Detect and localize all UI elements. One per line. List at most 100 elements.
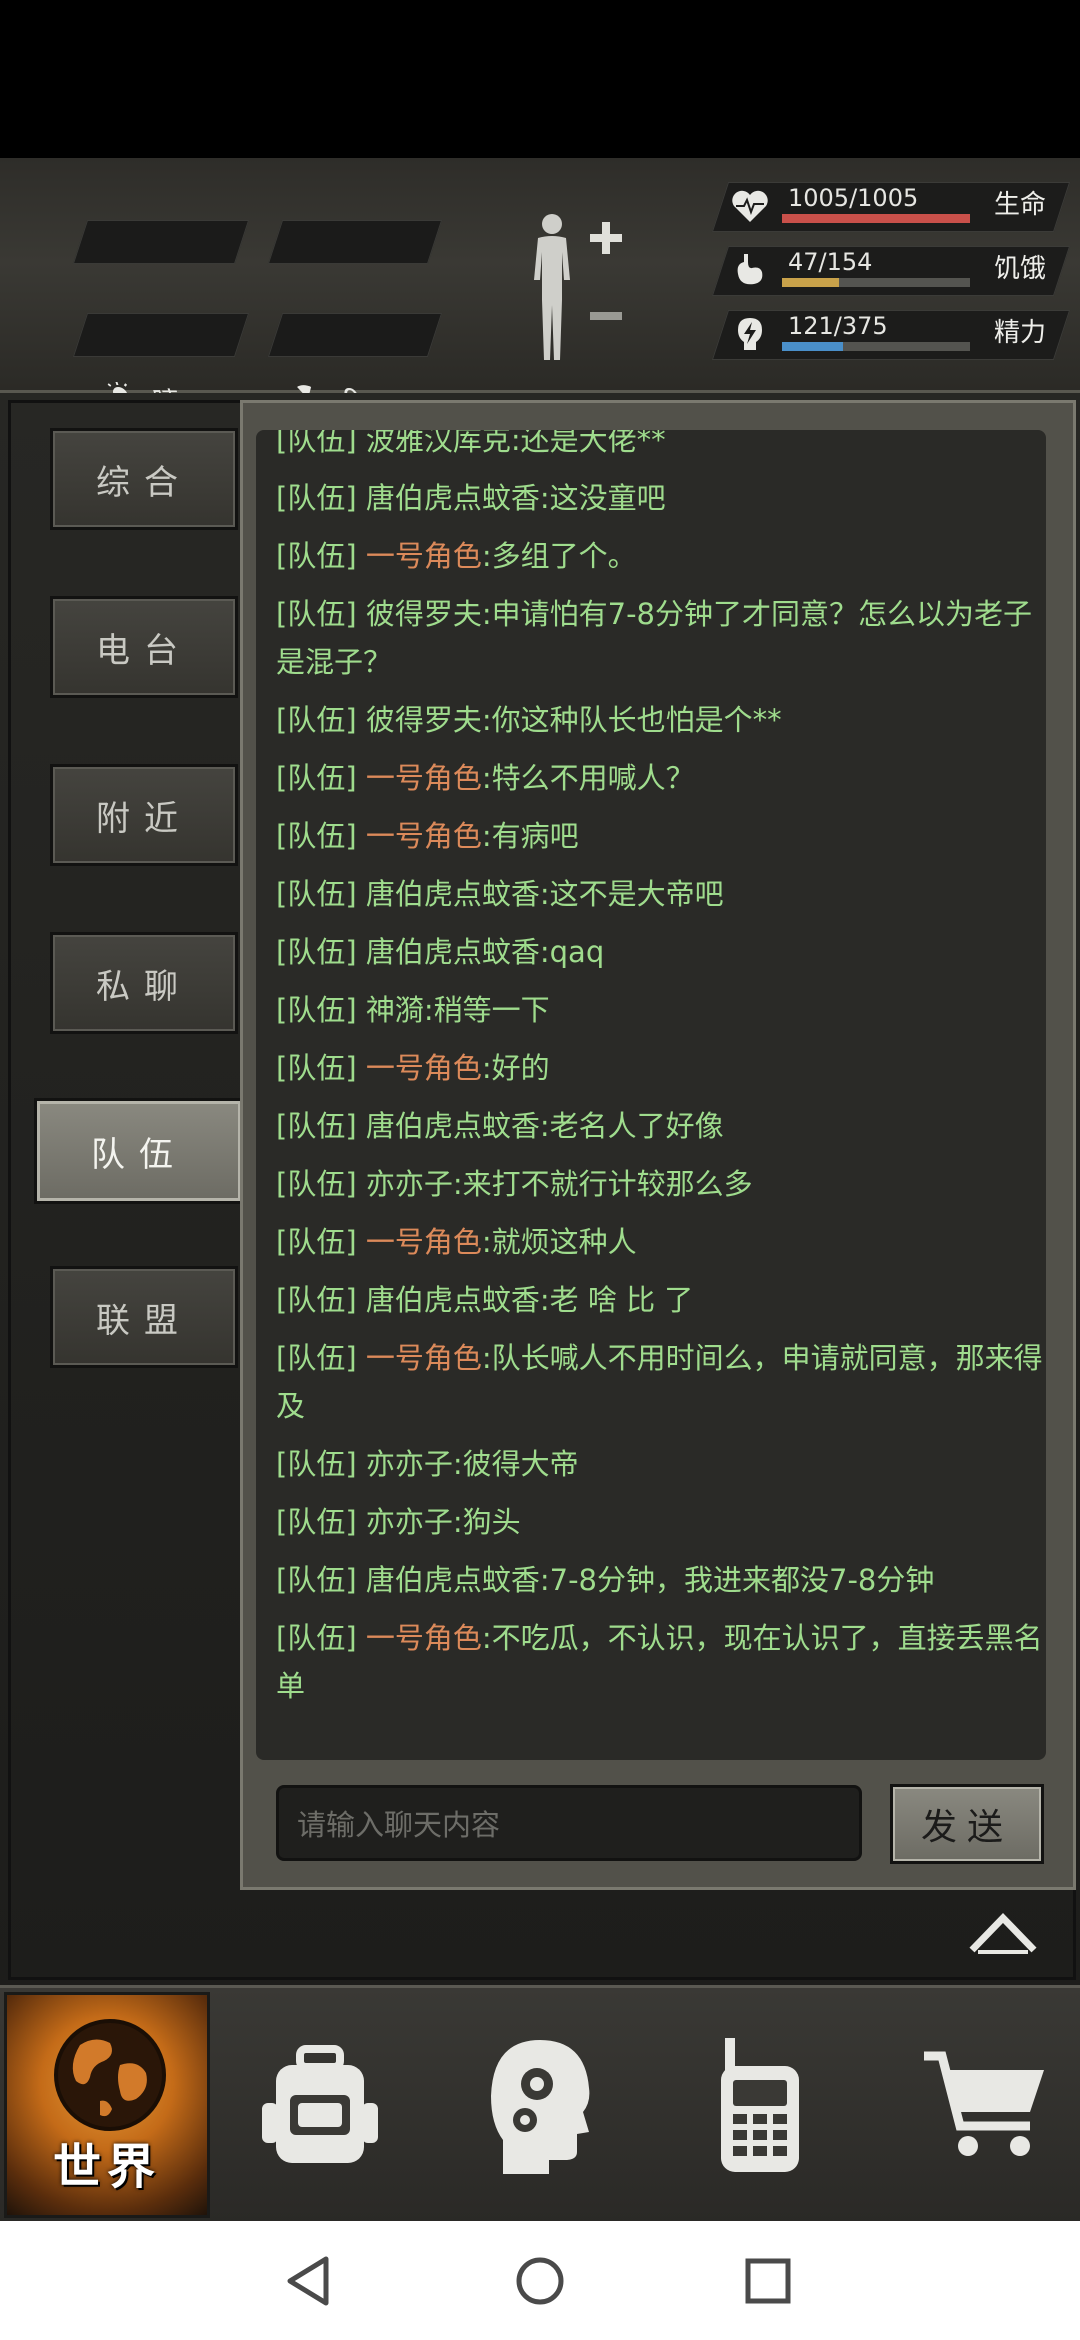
chat-sender-name[interactable]: 亦亦子 xyxy=(366,1447,453,1481)
chat-sender-name[interactable]: 一号角色 xyxy=(366,819,482,853)
energy-bar xyxy=(782,342,970,351)
chat-sender-name[interactable]: 唐伯虎点蚊香 xyxy=(366,1563,540,1597)
chat-sender-name[interactable]: 唐伯虎点蚊香 xyxy=(366,1283,540,1317)
chat-channel-tag: [队伍] xyxy=(276,1505,357,1539)
chat-sender-name[interactable]: 一号角色 xyxy=(366,761,482,795)
chat-channel-tag: [队伍] xyxy=(276,935,357,969)
chat-message: [队伍] 唐伯虎点蚊香:这没童吧 xyxy=(276,474,1046,522)
chat-sender-name[interactable]: 一号角色 xyxy=(366,1225,482,1259)
chat-channel-tag: [队伍] xyxy=(276,1167,357,1201)
chat-channel-tag: [队伍] xyxy=(276,1341,357,1375)
chat-message: [队伍] 彼得罗夫:申请怕有7-8分钟了才同意？怎么以为老子是混子？ xyxy=(276,590,1046,686)
chevron-up-icon xyxy=(969,1912,1037,1954)
hunger-value: 47/154 xyxy=(788,248,873,276)
nav-world[interactable]: 世界 xyxy=(4,1992,210,2218)
chat-message-text: :特么不用喊人？ xyxy=(481,761,695,795)
chat-sender-name[interactable]: 亦亦子 xyxy=(366,1505,453,1539)
chat-sender-name[interactable]: 唐伯虎点蚊香 xyxy=(366,1109,540,1143)
nav-skills[interactable] xyxy=(470,1988,610,2224)
chat-message-text: :老名人了好像 xyxy=(539,1109,724,1143)
chat-message-text: :这没童吧 xyxy=(539,481,666,515)
tab-private[interactable]: 私聊 xyxy=(50,932,238,1034)
chat-message: [队伍] 亦亦子:来打不就行计较那么多 xyxy=(276,1160,1046,1208)
chat-sender-name[interactable]: 一号角色 xyxy=(366,1621,482,1655)
chat-message-text: :你这种队长也怕是个** xyxy=(481,703,782,737)
chat-message-text: :就烦这种人 xyxy=(481,1225,637,1259)
skills-head-icon xyxy=(491,2040,590,2174)
chat-message-text: :彼得大帝 xyxy=(452,1447,579,1481)
chat-message: [队伍] 一号角色:多组了个。 xyxy=(276,532,1046,580)
chat-channel-tag: [队伍] xyxy=(276,993,357,1027)
recents-icon[interactable] xyxy=(744,2257,792,2305)
chat-message: [队伍] 波雅汉库克:还是大佬** xyxy=(276,430,1046,464)
chat-message: [队伍] 唐伯虎点蚊香:qaq xyxy=(276,928,1046,976)
chat-channel-tag: [队伍] xyxy=(276,1563,357,1597)
chat-channel-tag: [队伍] xyxy=(276,1621,357,1655)
hud-bar: 晴 0 早上 40 xyxy=(0,158,1080,511)
chat-message: [队伍] 一号角色:好的 xyxy=(276,1044,1046,1092)
chat-sender-name[interactable]: 波雅汉库克 xyxy=(366,430,511,457)
chat-message-text: :狗头 xyxy=(452,1505,521,1539)
chat-sender-name[interactable]: 神漪 xyxy=(366,993,424,1027)
system-navigation-bar xyxy=(0,2221,1080,2340)
send-button[interactable]: 发送 xyxy=(890,1784,1044,1864)
chat-message-text: :7-8分钟，我进来都没7-8分钟 xyxy=(539,1563,935,1597)
chat-channel-tag: [队伍] xyxy=(276,481,357,515)
chat-sender-name[interactable]: 彼得罗夫 xyxy=(366,597,482,631)
bottom-nav: 世界 xyxy=(0,1985,1080,2224)
chat-sender-name[interactable]: 亦亦子 xyxy=(366,1167,453,1201)
energy-icon xyxy=(730,316,770,352)
tab-alliance[interactable]: 联盟 xyxy=(50,1266,238,1368)
nav-radio[interactable] xyxy=(690,1988,830,2224)
chat-channel-tag: [队伍] xyxy=(276,1109,357,1143)
chat-channel-tag: [队伍] xyxy=(276,1225,357,1259)
chat-message: [队伍] 彼得罗夫:你这种队长也怕是个** xyxy=(276,696,1046,744)
energy-stat: 121/375 精力 xyxy=(711,310,1071,360)
chat-message-text: :有病吧 xyxy=(481,819,579,853)
tab-radio[interactable]: 电台 xyxy=(50,596,238,698)
chat-channel-tag: [队伍] xyxy=(276,1447,357,1481)
chat-message: [队伍] 唐伯虎点蚊香:老名人了好像 xyxy=(276,1102,1046,1150)
health-bar-fill xyxy=(782,214,970,223)
chat-sender-name[interactable]: 唐伯虎点蚊香 xyxy=(366,481,540,515)
chat-sender-name[interactable]: 唐伯虎点蚊香 xyxy=(366,877,540,911)
collapse-chat-button[interactable] xyxy=(968,1910,1038,1954)
body-status-button[interactable] xyxy=(520,210,630,370)
chat-message-text: :好的 xyxy=(481,1051,550,1085)
time-box xyxy=(72,313,250,357)
globe-icon xyxy=(54,2019,166,2131)
chat-log[interactable]: [队伍] 波雅汉库克:还是大佬** [队伍] 唐伯虎点蚊香:这没童吧 [队伍] 一号… xyxy=(256,430,1046,1760)
chat-sender-name[interactable]: 唐伯虎点蚊香 xyxy=(366,935,540,969)
chat-input[interactable]: 请输入聊天内容 xyxy=(276,1785,862,1861)
hunger-bar-fill xyxy=(782,278,840,287)
energy-bar-fill xyxy=(782,342,843,351)
chat-message: [队伍] 一号角色:就烦这种人 xyxy=(276,1218,1046,1266)
chat-message: [队伍] 亦亦子:彼得大帝 xyxy=(276,1440,1046,1488)
chat-message-list: [队伍] 波雅汉库克:还是大佬** [队伍] 唐伯虎点蚊香:这没童吧 [队伍] 一号… xyxy=(276,430,1046,1720)
heart-icon xyxy=(730,188,770,224)
home-icon[interactable] xyxy=(514,2255,566,2307)
chat-sender-name[interactable]: 一号角色 xyxy=(366,1051,482,1085)
chat-message: [队伍] 唐伯虎点蚊香:这不是大帝吧 xyxy=(276,870,1046,918)
back-icon[interactable] xyxy=(284,2255,334,2307)
chat-message: [队伍] 唐伯虎点蚊香:7-8分钟，我进来都没7-8分钟 xyxy=(276,1556,1046,1604)
chat-message: [队伍] 一号角色:有病吧 xyxy=(276,812,1046,860)
energy-value: 121/375 xyxy=(788,312,888,340)
backpack-icon xyxy=(262,2045,378,2163)
nav-backpack[interactable] xyxy=(250,1988,390,2224)
health-value: 1005/1005 xyxy=(788,184,919,212)
tab-general[interactable]: 综合 xyxy=(50,428,238,530)
nav-shop[interactable] xyxy=(905,1988,1065,2224)
chat-sender-name[interactable]: 彼得罗夫 xyxy=(366,703,482,737)
nav-world-label: 世界 xyxy=(52,2139,161,2195)
chat-message-text: :qaq xyxy=(539,935,605,969)
tab-team[interactable]: 队伍 xyxy=(34,1098,244,1204)
tab-nearby[interactable]: 附近 xyxy=(50,764,238,866)
chat-sender-name[interactable]: 一号角色 xyxy=(366,1341,482,1375)
radiation-box xyxy=(267,220,443,264)
radio-icon xyxy=(721,2038,799,2172)
chat-sender-name[interactable]: 一号角色 xyxy=(366,539,482,573)
chat-message: [队伍] 亦亦子:狗头 xyxy=(276,1498,1046,1546)
chat-channel-tag: [队伍] xyxy=(276,703,357,737)
stomach-icon xyxy=(730,252,770,288)
